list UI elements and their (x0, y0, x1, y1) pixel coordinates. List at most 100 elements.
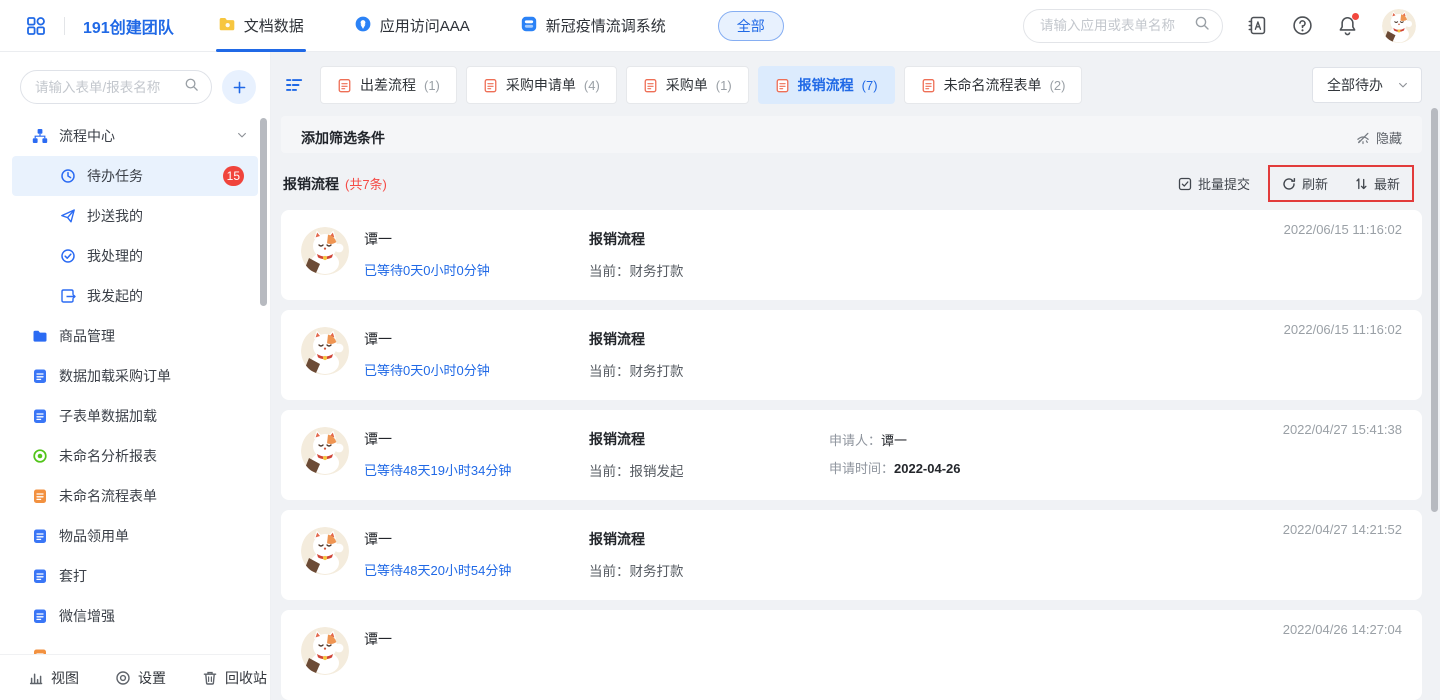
settings-button[interactable]: 设置 (115, 668, 166, 688)
task-timestamp: 2022/06/15 11:16:02 (1284, 322, 1402, 337)
task-card[interactable]: 谭一 已等待0天0小时0分钟 报销流程 当前：财务打款 2022/06/15 1… (281, 310, 1422, 400)
task-card[interactable]: 谭一 已等待0天0小时0分钟 报销流程 当前：财务打款 2022/06/15 1… (281, 210, 1422, 300)
main-scrollbar[interactable] (1431, 108, 1438, 512)
task-timestamp: 2022/04/27 14:21:52 (1283, 522, 1402, 537)
flow-name: 报销流程 (589, 429, 829, 449)
tab-purchase-order[interactable]: 采购单 (1) (626, 66, 749, 104)
waiting-duration: 已等待0天0小时0分钟 (364, 260, 589, 279)
applicant-label: 申请人： (829, 433, 881, 448)
sidebar-item-cc-to-me[interactable]: 抄送我的 (0, 196, 270, 236)
sort-latest-button[interactable]: 最新 (1354, 174, 1400, 193)
user-avatar[interactable] (1382, 9, 1416, 43)
folder-yellow-icon (218, 15, 236, 37)
add-button[interactable] (222, 70, 256, 104)
eye-off-icon (1356, 131, 1370, 145)
all-apps-pill[interactable]: 全部 (718, 11, 784, 41)
chevron-down-icon[interactable] (236, 128, 248, 144)
list-title: 报销流程 (283, 174, 339, 194)
sidebar-item-product-mgmt[interactable]: 商品管理 (0, 316, 270, 356)
form-tabs-row: 出差流程 (1) 采购申请单 (4) 采购单 (1) 报销流程 (7) (281, 66, 1422, 104)
help-icon[interactable] (1292, 15, 1313, 36)
nav-app-label: 应用访问AAA (380, 15, 470, 36)
list-count: (共7条) (345, 174, 387, 193)
waiting-duration: 已等待48天20小时54分钟 (364, 560, 589, 579)
task-card[interactable]: 谭一 已等待48天19小时34分钟 报销流程 当前：报销发起 申请人：谭一 申请… (281, 410, 1422, 500)
sidebar-item-data-load-po[interactable]: 数据加载采购订单 (0, 356, 270, 396)
flow-name: 报销流程 (589, 329, 829, 349)
chevron-down-icon (1397, 79, 1409, 91)
hide-filter-link[interactable]: 隐藏 (1356, 128, 1402, 147)
avatar (301, 327, 349, 375)
sidebar-search-input[interactable] (35, 80, 184, 95)
avatar (301, 227, 349, 275)
app-launcher-grid-icon[interactable] (26, 16, 46, 36)
app-window: 191创建团队 文档数据 应用访问AAA 新冠疫情流调系统 全部 (0, 0, 1440, 700)
search-icon (184, 77, 199, 97)
checkbox-icon (1178, 177, 1192, 191)
global-search[interactable] (1023, 9, 1223, 43)
bell-icon[interactable] (1337, 15, 1358, 36)
applicant-name: 谭一 (364, 429, 589, 449)
avatar (301, 527, 349, 575)
batch-submit-button[interactable]: 批量提交 (1178, 174, 1250, 193)
applicant-name: 谭一 (364, 329, 589, 349)
nav-app-covid[interactable]: 新冠疫情流调系统 (518, 0, 668, 52)
task-card[interactable]: 谭一 2022/04/26 14:27:04 (281, 610, 1422, 700)
current-node: 当前：财务打款 (589, 560, 829, 580)
sidebar-scrollbar[interactable] (260, 118, 267, 306)
waiting-duration: 已等待48天19小时34分钟 (364, 460, 589, 479)
current-node: 当前：报销发起 (589, 460, 829, 480)
filter-list-icon[interactable] (281, 72, 307, 98)
sidebar-item-started-by-me[interactable]: 我发起的 (0, 276, 270, 316)
avatar (301, 627, 349, 675)
views-button[interactable]: 视图 (28, 668, 79, 688)
sidebar-item-unnamed-process-form[interactable]: 未命名流程表单 (0, 476, 270, 516)
sidebar-item-item-requisition[interactable]: 物品领用单 (0, 516, 270, 556)
tab-purchase-request[interactable]: 采购申请单 (4) (466, 66, 617, 104)
todo-filter-dropdown[interactable]: 全部待办 (1312, 67, 1422, 103)
sidebar-item-handled-by-me[interactable]: 我处理的 (0, 236, 270, 276)
current-node: 当前：财务打款 (589, 260, 829, 280)
sidebar-item-todo-tasks[interactable]: 待办任务 15 (12, 156, 258, 196)
search-icon (1194, 15, 1210, 36)
group-label: 流程中心 (59, 126, 225, 146)
contacts-icon[interactable] (1247, 15, 1268, 36)
annotation-red-box: 刷新 最新 (1268, 165, 1414, 202)
nav-apps: 文档数据 应用访问AAA 新冠疫情流调系统 (216, 0, 714, 52)
refresh-icon (1282, 177, 1296, 191)
list-header: 报销流程 (共7条) 批量提交 刷新 最新 (283, 165, 1422, 202)
app-square-icon (520, 15, 538, 37)
applicant-name: 谭一 (364, 629, 589, 649)
nav-app-label: 文档数据 (244, 15, 304, 36)
filter-title: 添加筛选条件 (301, 128, 385, 148)
nav-app-docs[interactable]: 文档数据 (216, 0, 306, 52)
applicant-value: 谭一 (881, 433, 907, 448)
sidebar-item-subform-data-load[interactable]: 子表单数据加载 (0, 396, 270, 436)
nav-app-access[interactable]: 应用访问AAA (352, 0, 472, 52)
flow-name: 报销流程 (589, 229, 829, 249)
task-card[interactable]: 谭一 已等待48天20小时54分钟 报销流程 当前：财务打款 2022/04/2… (281, 510, 1422, 600)
task-timestamp: 2022/04/26 14:27:04 (1283, 622, 1402, 637)
refresh-button[interactable]: 刷新 (1282, 174, 1328, 193)
applicant-name: 谭一 (364, 529, 589, 549)
sidebar-tree: 流程中心 待办任务 15 抄送我的 我处理的 (0, 116, 270, 654)
sidebar: 流程中心 待办任务 15 抄送我的 我处理的 (0, 52, 271, 700)
applicant-name: 谭一 (364, 229, 589, 249)
tab-unnamed-process-form[interactable]: 未命名流程表单 (2) (904, 66, 1083, 104)
sidebar-search[interactable] (20, 70, 212, 104)
divider (64, 17, 65, 35)
sort-icon (1354, 177, 1368, 191)
tab-business-trip[interactable]: 出差流程 (1) (320, 66, 457, 104)
sidebar-item-partial[interactable] (0, 636, 270, 654)
sidebar-item-print-template[interactable]: 套打 (0, 556, 270, 596)
workspace-name[interactable]: 191创建团队 (83, 14, 174, 38)
recycle-bin-button[interactable]: 回收站 (202, 668, 267, 688)
tab-reimbursement[interactable]: 报销流程 (7) (758, 66, 895, 104)
apply-time-label: 申请时间： (829, 461, 894, 476)
sidebar-group-process-center[interactable]: 流程中心 (0, 116, 270, 156)
sidebar-item-unnamed-report[interactable]: 未命名分析报表 (0, 436, 270, 476)
task-timestamp: 2022/04/27 15:41:38 (1283, 422, 1402, 437)
global-search-input[interactable] (1040, 18, 1194, 33)
topbar: 191创建团队 文档数据 应用访问AAA 新冠疫情流调系统 全部 (0, 0, 1440, 52)
sidebar-item-wechat-enhance[interactable]: 微信增强 (0, 596, 270, 636)
